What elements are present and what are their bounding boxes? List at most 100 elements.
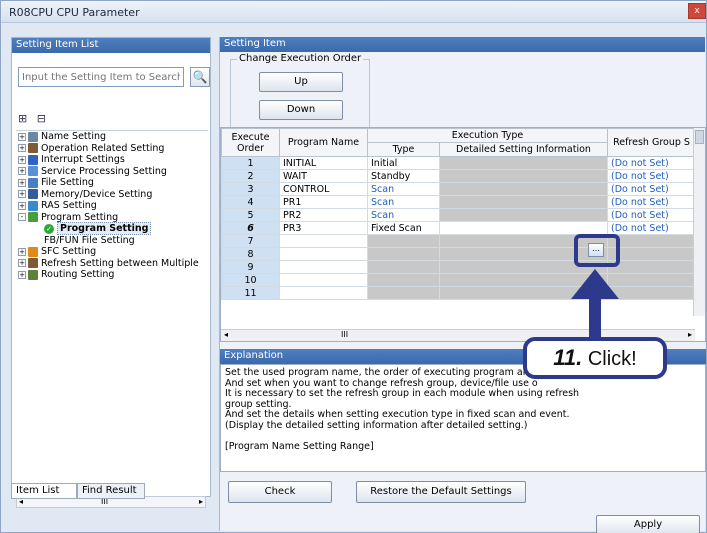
type-cell[interactable] xyxy=(367,234,440,248)
detail-cell[interactable] xyxy=(439,169,608,183)
expander-icon[interactable]: + xyxy=(18,155,26,164)
refresh-group-cell[interactable]: (Do not Set) xyxy=(607,208,696,222)
expander-icon[interactable]: + xyxy=(18,270,26,279)
tab-find-result[interactable]: Find Result xyxy=(77,483,145,499)
refresh-group-cell[interactable] xyxy=(607,286,696,300)
detail-cell[interactable] xyxy=(439,182,608,196)
execute-order-cell[interactable]: 5 xyxy=(221,208,280,222)
search-input[interactable] xyxy=(18,67,184,87)
type-cell[interactable]: Standby xyxy=(367,169,440,183)
expander-icon[interactable]: + xyxy=(18,132,26,141)
table-row[interactable]: 9 xyxy=(221,260,696,274)
refresh-group-cell[interactable]: (Do not Set) xyxy=(607,156,696,170)
table-row[interactable]: 11 xyxy=(221,286,696,300)
program-name-cell[interactable] xyxy=(279,286,368,300)
type-cell[interactable]: Scan xyxy=(367,195,440,209)
tree-item[interactable]: + File Setting xyxy=(16,177,208,189)
execute-order-cell[interactable]: 10 xyxy=(221,273,280,287)
tab-item-list[interactable]: Item List xyxy=(11,483,77,499)
tree-item[interactable]: ✓ Program Setting xyxy=(16,222,208,235)
tree-item[interactable]: + Interrupt Settings xyxy=(16,154,208,166)
type-cell[interactable] xyxy=(367,247,440,261)
type-cell[interactable] xyxy=(367,286,440,300)
execute-order-cell[interactable]: 4 xyxy=(221,195,280,209)
program-name-cell[interactable]: WAIT xyxy=(279,169,368,183)
table-row[interactable]: 5 PR2 Scan (Do not Set) xyxy=(221,208,696,222)
refresh-group-cell[interactable]: (Do not Set) xyxy=(607,195,696,209)
execute-order-cell[interactable]: 2 xyxy=(221,169,280,183)
expander-icon[interactable]: + xyxy=(18,201,26,210)
check-button[interactable]: Check xyxy=(228,481,332,503)
table-row[interactable]: 10 xyxy=(221,273,696,287)
program-name-cell[interactable]: PR1 xyxy=(279,195,368,209)
program-name-cell[interactable] xyxy=(279,273,368,287)
detail-cell[interactable] xyxy=(439,221,608,235)
table-row[interactable]: 8 xyxy=(221,247,696,261)
execute-order-cell[interactable]: 6 xyxy=(221,221,280,235)
tree-item[interactable]: + Refresh Setting between Multiple xyxy=(16,258,208,270)
restore-default-button[interactable]: Restore the Default Settings xyxy=(356,481,526,503)
down-button[interactable]: Down xyxy=(259,100,343,120)
refresh-group-cell[interactable] xyxy=(607,234,696,248)
execute-order-cell[interactable]: 3 xyxy=(221,182,280,196)
table-row[interactable]: 1 INITIAL Initial (Do not Set) xyxy=(221,156,696,170)
program-name-cell[interactable]: CONTROL xyxy=(279,182,368,196)
tree-item[interactable]: + RAS Setting xyxy=(16,200,208,212)
execute-order-cell[interactable]: 11 xyxy=(221,286,280,300)
program-name-cell[interactable] xyxy=(279,260,368,274)
tree-item[interactable]: + Operation Related Setting xyxy=(16,143,208,155)
tree-item[interactable]: + Memory/Device Setting xyxy=(16,189,208,201)
expander-icon[interactable]: - xyxy=(18,213,26,221)
tree-item[interactable]: FB/FUN File Setting xyxy=(16,235,208,247)
detail-setting-button[interactable]: … xyxy=(588,243,604,257)
scroll-thumb[interactable] xyxy=(695,130,704,144)
type-cell[interactable]: Scan xyxy=(367,182,440,196)
refresh-group-cell[interactable] xyxy=(607,247,696,261)
program-name-cell[interactable]: PR2 xyxy=(279,208,368,222)
expander-icon[interactable]: + xyxy=(18,167,26,175)
table-row[interactable]: 7 xyxy=(221,234,696,248)
close-button[interactable]: x xyxy=(688,3,706,19)
execute-order-cell[interactable]: 9 xyxy=(221,260,280,274)
grid-vertical-scrollbar[interactable] xyxy=(693,128,705,316)
execute-order-cell[interactable]: 7 xyxy=(221,234,280,248)
type-cell[interactable]: Initial xyxy=(367,156,440,170)
apply-button[interactable]: Apply xyxy=(596,515,700,533)
refresh-group-cell[interactable]: (Do not Set) xyxy=(607,221,696,235)
up-button[interactable]: Up xyxy=(259,72,343,92)
detail-cell[interactable] xyxy=(439,195,608,209)
refresh-group-cell[interactable] xyxy=(607,260,696,274)
execute-order-cell[interactable]: 8 xyxy=(221,247,280,261)
refresh-group-cell[interactable]: (Do not Set) xyxy=(607,169,696,183)
table-row[interactable]: 3 CONTROL Scan (Do not Set) xyxy=(221,182,696,196)
detail-cell[interactable] xyxy=(439,156,608,170)
execute-order-cell[interactable]: 1 xyxy=(221,156,280,170)
detail-cell[interactable] xyxy=(439,208,608,222)
program-name-cell[interactable] xyxy=(279,247,368,261)
expander-icon[interactable]: + xyxy=(18,259,26,267)
scroll-thumb[interactable]: III xyxy=(341,330,348,339)
program-name-cell[interactable] xyxy=(279,234,368,248)
type-cell[interactable]: Fixed Scan xyxy=(367,221,440,235)
table-row[interactable]: 6 PR3 Fixed Scan (Do not Set) xyxy=(221,221,696,235)
type-cell[interactable]: Scan xyxy=(367,208,440,222)
expander-icon[interactable]: + xyxy=(18,178,26,187)
expander-icon[interactable]: + xyxy=(18,190,26,198)
type-cell[interactable] xyxy=(367,260,440,274)
program-name-cell[interactable]: INITIAL xyxy=(279,156,368,170)
tree-item[interactable]: + Name Setting xyxy=(16,131,208,143)
expander-icon[interactable]: + xyxy=(18,247,26,256)
refresh-group-cell[interactable] xyxy=(607,273,696,287)
tree-item[interactable]: + Routing Setting xyxy=(16,269,208,281)
program-name-cell[interactable]: PR3 xyxy=(279,221,368,235)
tree-item[interactable]: + Service Processing Setting xyxy=(16,166,208,178)
expander-icon[interactable]: + xyxy=(18,144,26,152)
table-row[interactable]: 4 PR1 Scan (Do not Set) xyxy=(221,195,696,209)
table-row[interactable]: 2 WAIT Standby (Do not Set) xyxy=(221,169,696,183)
expand-all-icon[interactable]: ⊞ xyxy=(18,112,27,125)
refresh-group-cell[interactable]: (Do not Set) xyxy=(607,182,696,196)
binoculars-icon[interactable]: 🔍 xyxy=(190,67,210,87)
collapse-all-icon[interactable]: ⊟ xyxy=(37,112,46,125)
tree-item[interactable]: + SFC Setting xyxy=(16,246,208,258)
type-cell[interactable] xyxy=(367,273,440,287)
